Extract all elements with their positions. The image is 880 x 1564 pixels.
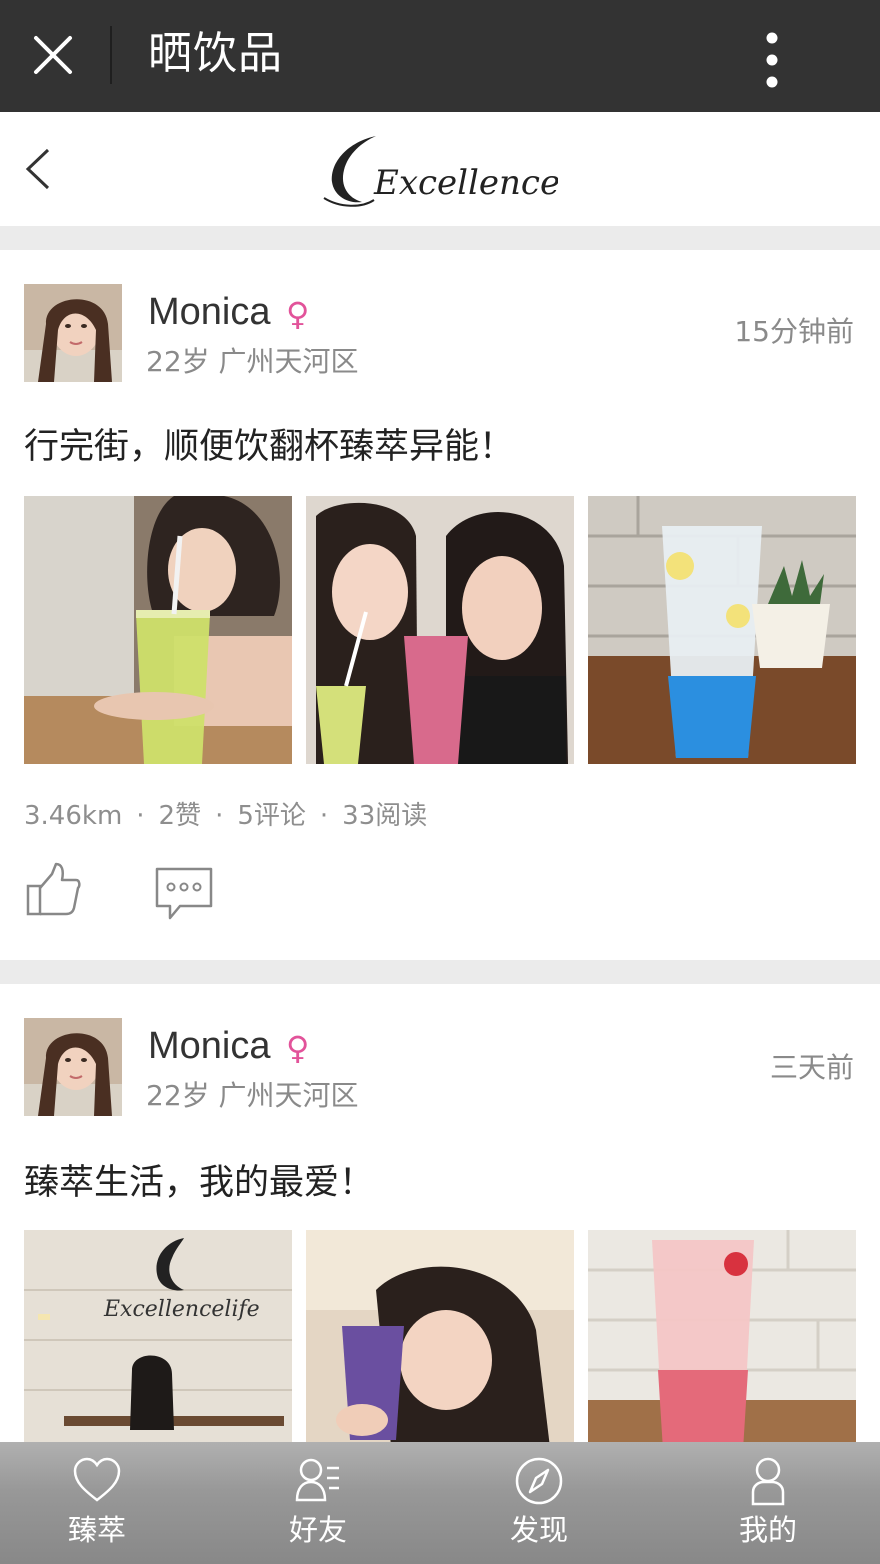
read-count: 33阅读 <box>342 801 428 831</box>
avatar[interactable] <box>24 284 122 382</box>
female-gender-icon: ♀ <box>286 1029 310 1067</box>
post-text: 行完街，顺便饮翻杯臻萃异能！ <box>24 427 515 467</box>
thumbs-up-icon[interactable] <box>24 860 82 918</box>
page-header: Excellencelife <box>0 112 880 226</box>
back-arrow-icon[interactable] <box>20 142 60 196</box>
stat-dot: · <box>319 801 329 831</box>
section-separator <box>0 960 880 984</box>
nav-label: 好友 <box>288 1513 347 1547</box>
nav-label: 臻萃 <box>67 1513 126 1547</box>
nav-label: 发现 <box>509 1513 568 1547</box>
like-count: 2赞 <box>158 801 202 831</box>
section-separator <box>0 226 880 250</box>
nav-item-me[interactable]: 我的 <box>658 1442 878 1564</box>
comment-count: 5评论 <box>237 801 306 831</box>
heart-icon <box>73 1457 121 1502</box>
close-icon[interactable] <box>22 24 86 88</box>
brand-logo: Excellencelife <box>323 136 558 207</box>
avatar[interactable] <box>24 1018 122 1116</box>
compass-icon <box>515 1457 563 1505</box>
friends-icon <box>295 1458 339 1502</box>
user-meta: 22岁 广州天河区 <box>146 345 359 378</box>
post-photo[interactable] <box>24 496 292 764</box>
avatar-photo <box>24 1018 122 1116</box>
more-options-icon[interactable] <box>750 28 794 88</box>
nav-label: 我的 <box>738 1513 797 1547</box>
page-title: 晒饮品 <box>148 28 283 79</box>
user-meta: 22岁 广州天河区 <box>146 1079 359 1112</box>
svg-text:Excellencelife: Excellencelife <box>103 1297 260 1322</box>
avatar-photo <box>24 284 122 382</box>
feed-post: Monica ♀ 22岁 广州天河区 三天前 臻萃生活，我的最爱！ Excell… <box>0 984 880 1498</box>
username[interactable]: Monica <box>148 288 271 336</box>
post-photo[interactable] <box>306 496 574 764</box>
post-time: 三天前 <box>769 1051 854 1084</box>
app-top-bar: 晒饮品 <box>0 0 880 112</box>
bottom-nav: 臻萃 好友 发现 我的 <box>0 1442 880 1564</box>
stat-dot: · <box>215 801 224 831</box>
post-photo[interactable] <box>588 496 856 764</box>
comment-icon[interactable] <box>154 866 214 922</box>
feed-post: Monica ♀ 22岁 广州天河区 15分钟前 行完街，顺便饮翻杯臻萃异能！ <box>0 250 880 960</box>
username[interactable]: Monica <box>148 1022 271 1070</box>
topbar-divider <box>110 26 112 84</box>
nav-item-friends[interactable]: 好友 <box>208 1442 428 1564</box>
distance: 3.46km <box>24 801 123 831</box>
stat-dot: · <box>136 801 145 831</box>
nav-item-zhencui[interactable]: 臻萃 <box>0 1442 207 1564</box>
post-stats: 3.46km · 2赞 · 5评论 · 33阅读 <box>24 796 427 836</box>
nav-item-discover[interactable]: 发现 <box>429 1442 649 1564</box>
svg-text:Excellencelife: Excellencelife <box>373 163 558 203</box>
person-icon <box>751 1457 785 1506</box>
post-time: 15分钟前 <box>734 315 854 348</box>
female-gender-icon: ♀ <box>286 295 310 333</box>
post-text: 臻萃生活，我的最爱！ <box>24 1163 375 1203</box>
